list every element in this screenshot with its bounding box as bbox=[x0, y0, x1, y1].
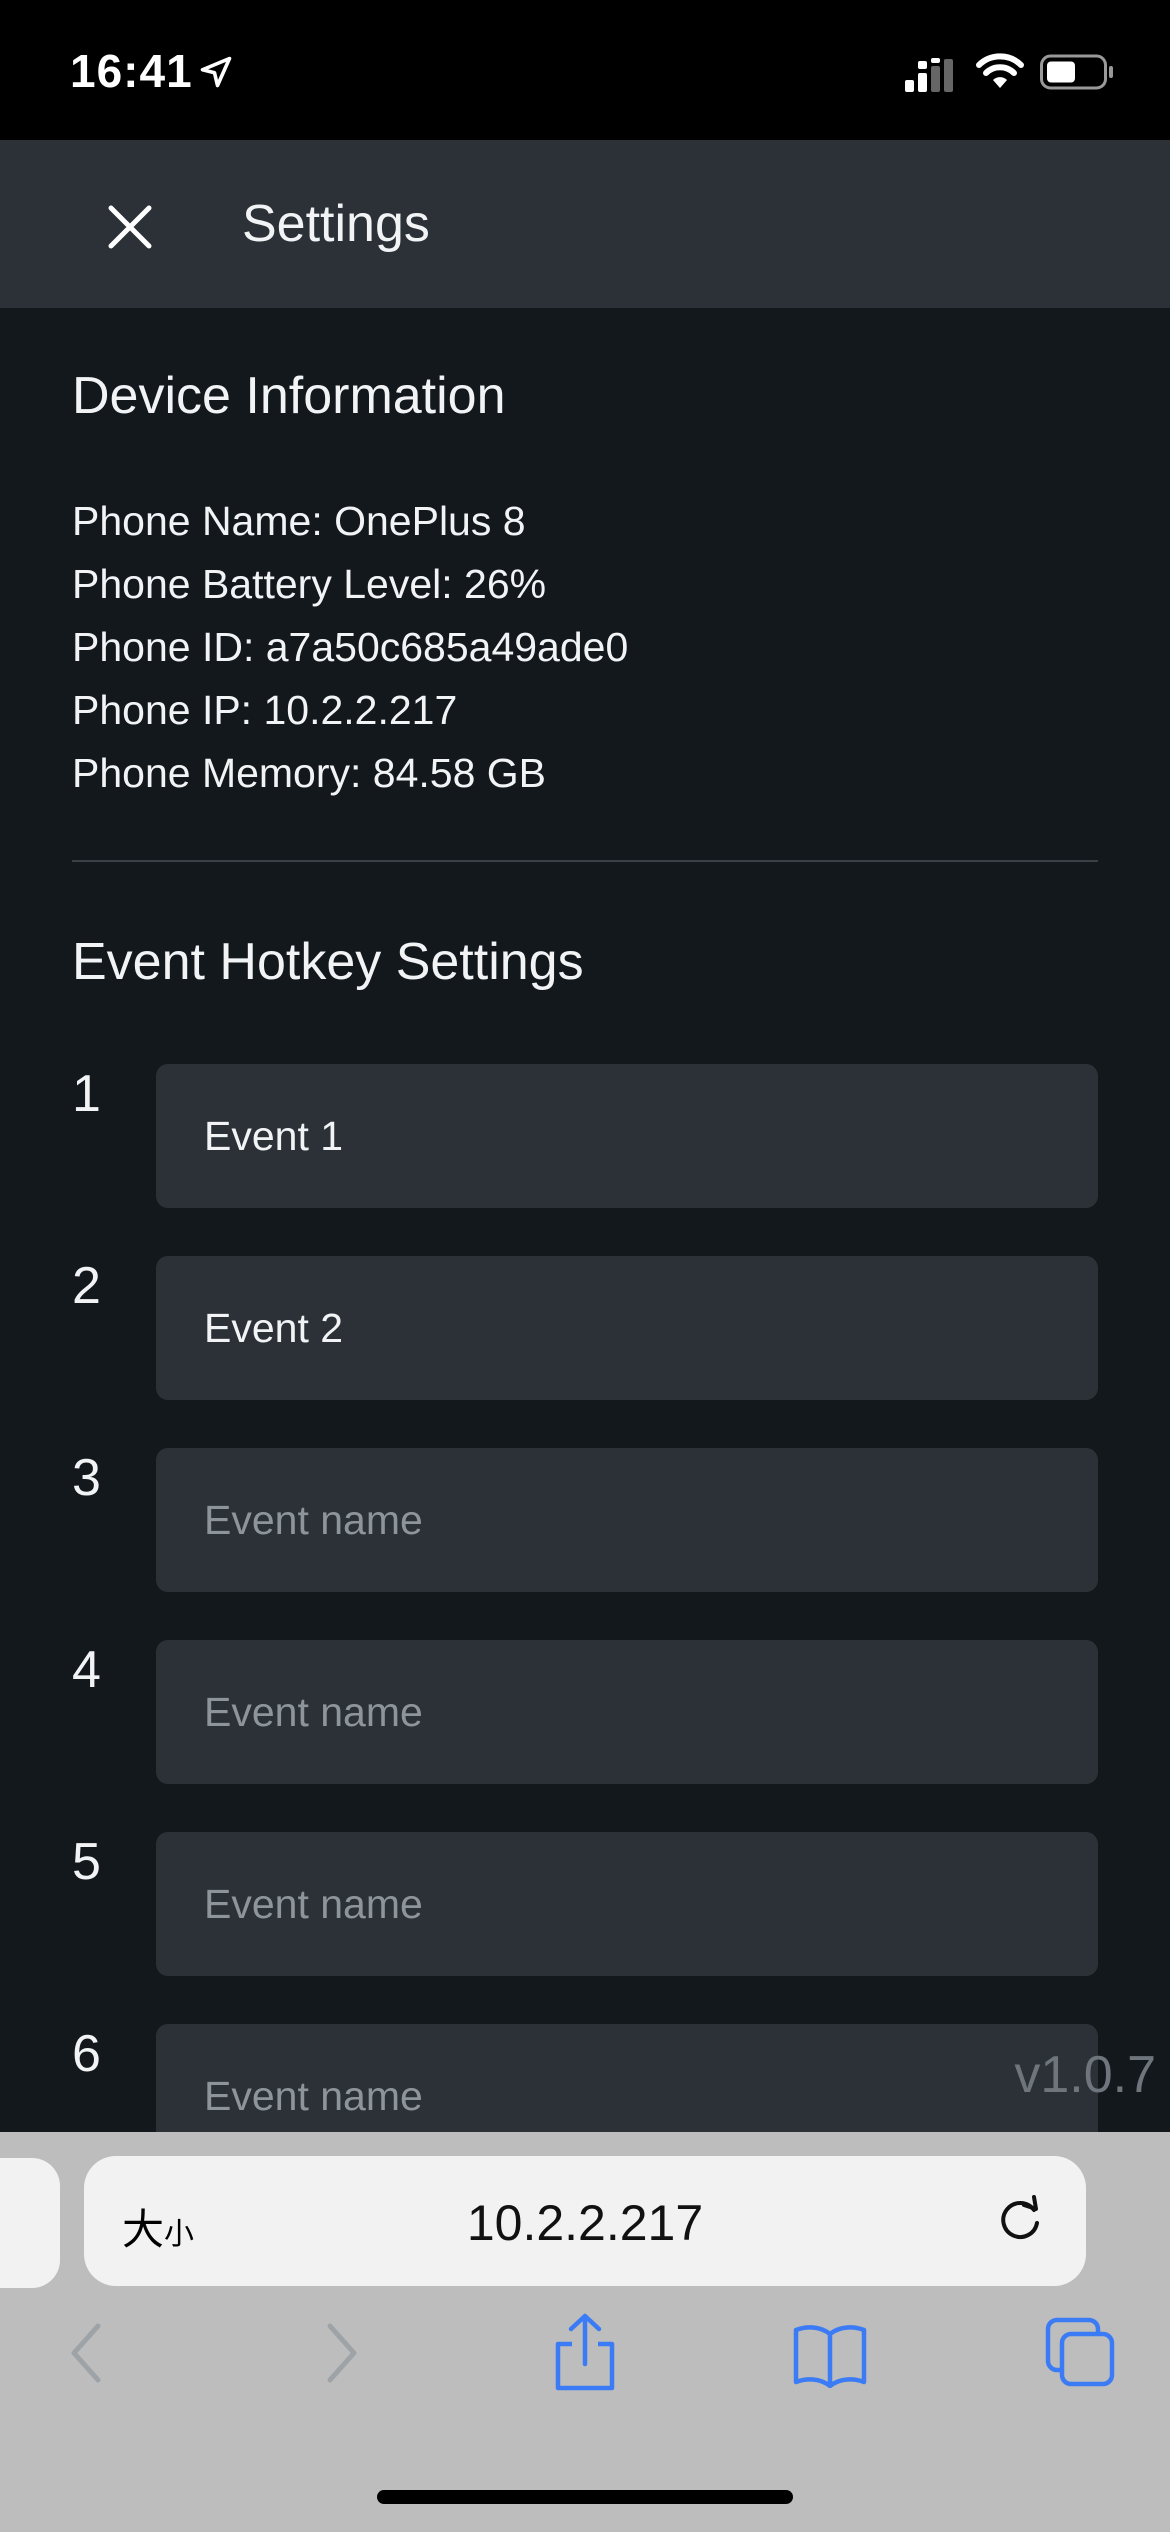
phone-memory: Phone Memory: 84.58 GB bbox=[72, 750, 547, 796]
event-name-input-2[interactable] bbox=[156, 1256, 1098, 1400]
hotkey-row: 1 bbox=[0, 1064, 1170, 1208]
phone-id: Phone ID: a7a50c685a49ade0 bbox=[72, 624, 629, 670]
url-text: 10.2.2.217 bbox=[466, 2195, 704, 2251]
event-name-input-4[interactable] bbox=[156, 1640, 1098, 1784]
event-name-input-1[interactable] bbox=[156, 1064, 1098, 1208]
tabs-icon[interactable] bbox=[1044, 2316, 1116, 2388]
phone-name: Phone Name: OnePlus 8 bbox=[72, 498, 526, 544]
hotkey-row: 3 bbox=[0, 1448, 1170, 1592]
hotkey-row: 4 bbox=[0, 1640, 1170, 1784]
hotkey-row: 2 bbox=[0, 1256, 1170, 1400]
hotkey-number: 5 bbox=[72, 1833, 101, 1891]
close-icon bbox=[108, 205, 152, 249]
reload-icon[interactable] bbox=[990, 2190, 1050, 2250]
previous-tab-preview[interactable] bbox=[0, 2158, 60, 2288]
phone-battery-level: Phone Battery Level: 26% bbox=[72, 561, 547, 607]
hotkey-settings-title: Event Hotkey Settings bbox=[72, 933, 584, 991]
cellular-signal-icon bbox=[905, 58, 953, 92]
hotkey-number: 1 bbox=[72, 1065, 101, 1123]
device-info-title: Device Information bbox=[72, 367, 506, 425]
battery-icon bbox=[1040, 54, 1113, 90]
close-button[interactable] bbox=[95, 192, 165, 262]
device-info-list: Phone Name: OnePlus 8 Phone Battery Leve… bbox=[72, 490, 628, 805]
browser-toolbar: 大小 10.2.2.217 bbox=[0, 2132, 1170, 2532]
home-indicator[interactable] bbox=[377, 2490, 793, 2504]
hotkey-row: 5 bbox=[0, 1832, 1170, 1976]
phone-ip: Phone IP: 10.2.2.217 bbox=[72, 687, 458, 733]
location-arrow-icon bbox=[200, 56, 232, 88]
event-name-input-5[interactable] bbox=[156, 1832, 1098, 1976]
hotkey-number: 4 bbox=[72, 1641, 101, 1699]
settings-header: Settings bbox=[0, 140, 1170, 308]
status-time: 16:41 bbox=[70, 45, 193, 97]
status-bar: 16:41 bbox=[0, 0, 1170, 140]
address-bar[interactable]: 大小 10.2.2.217 bbox=[84, 2156, 1086, 2286]
hotkey-number: 3 bbox=[72, 1449, 101, 1507]
wifi-icon bbox=[976, 53, 1024, 88]
forward-icon[interactable] bbox=[318, 2318, 364, 2388]
event-name-input-3[interactable] bbox=[156, 1448, 1098, 1592]
hotkey-number: 6 bbox=[72, 2025, 101, 2083]
version-label: v1.0.7 bbox=[1014, 2046, 1156, 2104]
section-divider bbox=[72, 860, 1098, 862]
back-icon[interactable] bbox=[64, 2318, 110, 2388]
bookmarks-icon[interactable] bbox=[792, 2322, 868, 2388]
hotkey-number: 2 bbox=[72, 1257, 101, 1315]
page-title: Settings bbox=[242, 195, 430, 253]
share-icon[interactable] bbox=[550, 2312, 620, 2392]
